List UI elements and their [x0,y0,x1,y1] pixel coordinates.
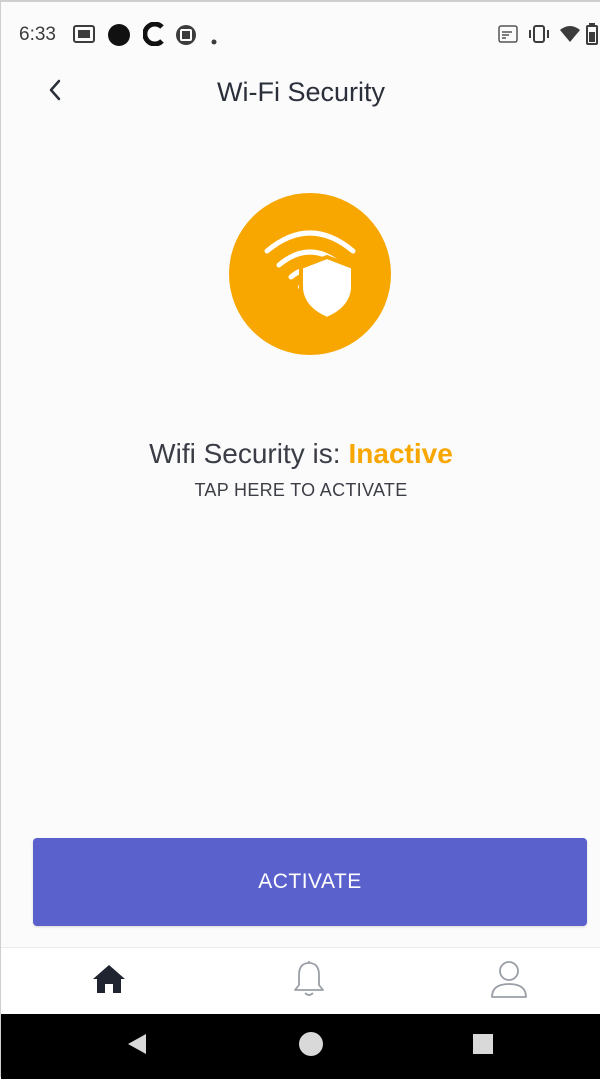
nav-item-profile[interactable] [409,948,600,1015]
home-circle-icon [297,1030,325,1063]
bell-icon [292,960,326,1003]
system-back-button[interactable] [97,1014,177,1079]
vibrate-icon [528,25,550,48]
back-triangle-icon [126,1032,148,1061]
status-value: Inactive [348,438,453,469]
tap-hint-label[interactable]: TAP HERE TO ACTIVATE [194,480,407,500]
gmail-icon [73,24,95,49]
system-home-button[interactable] [271,1014,351,1079]
chevron-left-icon [46,78,64,107]
status-time: 6:33 [19,24,56,45]
c-app-icon [142,21,165,51]
cast-icon [175,24,197,51]
system-recents-button[interactable] [443,1014,523,1079]
status-bar: 6:33 [1,2,600,70]
nav-item-home[interactable] [9,948,209,1015]
activate-button[interactable]: ACTIVATE [33,838,587,926]
tap-to-activate-link[interactable]: TAP HERE TO ACTIVATE [1,480,600,501]
page-title: Wi-Fi Security [217,77,385,107]
wifi-icon [559,25,581,48]
wifi-security-hero [229,193,391,355]
user-icon [489,959,529,1004]
home-icon [91,963,127,1000]
recents-square-icon [472,1033,494,1060]
wifi-shield-icon [264,230,356,322]
status-label: Wifi Security is: [149,438,341,469]
system-nav-bar [1,1014,600,1079]
back-button[interactable] [37,74,73,110]
nav-item-notifications[interactable] [209,948,409,1015]
screen-cast-icon [498,25,518,48]
activate-button-label: ACTIVATE [258,870,362,893]
small-dot-icon [211,32,217,50]
dot-icon [107,23,131,52]
security-status: Wifi Security is: Inactive [1,434,600,474]
screen: 6:33 Wi-Fi Security Wifi Security is: In… [0,0,600,1079]
bottom-nav [1,947,600,1015]
battery-icon [586,23,598,50]
